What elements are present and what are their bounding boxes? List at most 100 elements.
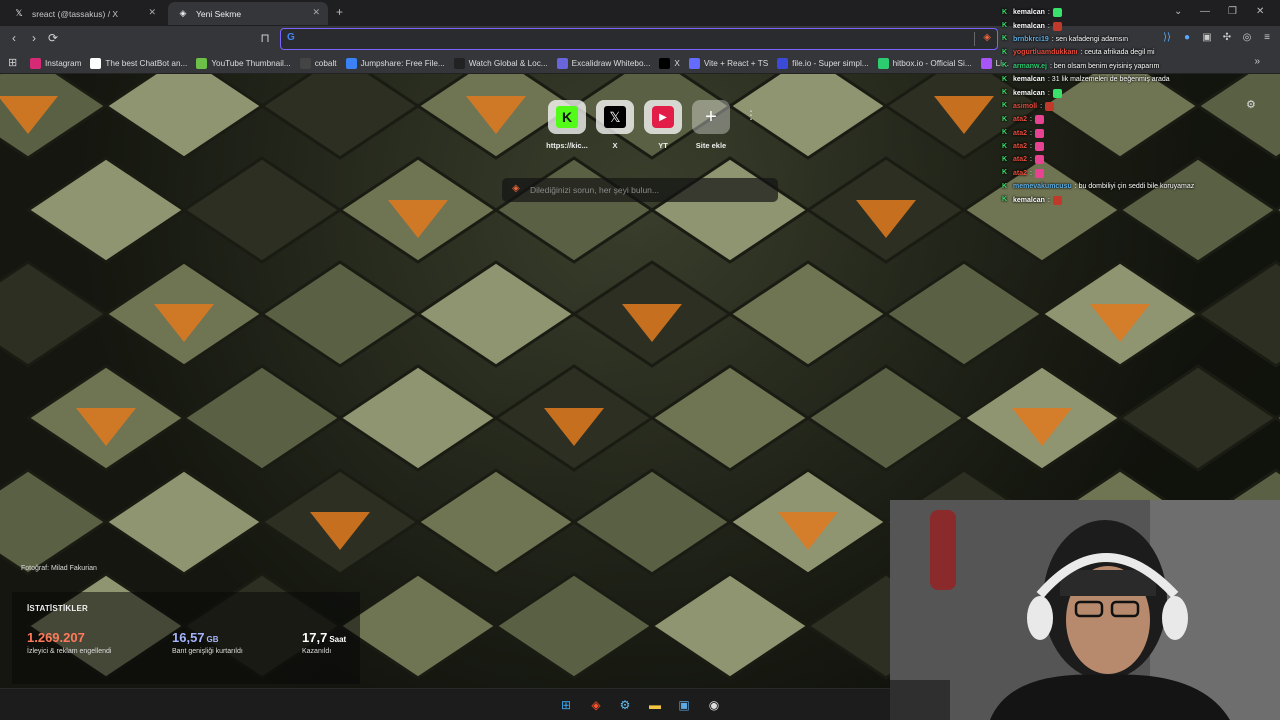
- menu-icon[interactable]: ≡: [1260, 32, 1274, 43]
- bookmark-favicon-icon: [877, 58, 889, 69]
- tab-x[interactable]: 𝕏 sreact (@tassakus) / X ✕: [4, 2, 164, 25]
- bookmark-item[interactable]: cobalt: [299, 58, 337, 69]
- bookmark-item[interactable]: Jumpshare: Free File...: [345, 58, 445, 69]
- stream-chat-overlay: Kkemalcan: Kkemalcan: Kbrnbkrci19: sen kaf…: [1002, 6, 1222, 207]
- apps-grid-icon[interactable]: ⊞: [8, 56, 17, 69]
- top-sites: K https://kic... 𝕏 X ▶ YT + Site ekle ⋮: [540, 100, 780, 160]
- bookmark-favicon-icon: [90, 58, 102, 69]
- address-bar[interactable]: G ◈: [280, 28, 998, 50]
- chat-text: :: [1030, 143, 1032, 151]
- bookmark-item[interactable]: X: [659, 58, 680, 69]
- file-explorer-icon[interactable]: ▬: [646, 696, 664, 714]
- reload-button[interactable]: ⟳: [45, 31, 61, 45]
- maximize-button[interactable]: ❐: [1228, 6, 1237, 17]
- back-button[interactable]: ‹: [6, 31, 22, 45]
- bookmark-item[interactable]: hitbox.io - Official Si...: [877, 58, 972, 69]
- new-tab-button[interactable]: +: [336, 5, 343, 19]
- kick-badge-icon: K: [1002, 62, 1008, 70]
- emote-icon: [1034, 128, 1044, 138]
- windows-start-icon[interactable]: ⊞: [557, 696, 575, 714]
- top-site-x[interactable]: 𝕏 X: [592, 100, 638, 150]
- close-window-button[interactable]: ✕: [1256, 6, 1264, 17]
- bookmark-label: X: [674, 59, 680, 68]
- chat-message: Kata2:: [1002, 127, 1222, 140]
- emote-icon: [1052, 8, 1062, 18]
- brave-shields-icon[interactable]: ◈: [983, 32, 991, 43]
- bookmark-item[interactable]: Instagram: [30, 58, 81, 69]
- close-icon[interactable]: ✕: [312, 7, 320, 18]
- webcam-overlay: [890, 500, 1280, 720]
- bookmark-favicon-icon: [688, 58, 700, 69]
- steam-icon[interactable]: ⚙: [616, 696, 634, 714]
- chat-username: ata2: [1013, 129, 1028, 137]
- kick-icon: K: [556, 106, 578, 128]
- stats-widget: İSTATİSTİKLER 1.269.207 İzleyici & rekla…: [12, 592, 360, 684]
- google-icon: G: [287, 32, 295, 43]
- bookmark-item[interactable]: The best ChatBot an...: [90, 58, 187, 69]
- forward-button[interactable]: ›: [26, 31, 42, 45]
- close-icon[interactable]: ✕: [148, 7, 156, 18]
- chat-username: asimoll: [1013, 102, 1038, 110]
- kick-badge-icon: K: [1002, 182, 1008, 190]
- stat-value: 17,7: [302, 630, 328, 645]
- chat-username: brnbkrci19: [1013, 35, 1049, 43]
- chat-message: Kata2:: [1002, 113, 1222, 126]
- more-options-icon[interactable]: ⋮: [745, 108, 757, 122]
- bookmark-label: The best ChatBot an...: [105, 59, 188, 68]
- puzzle-icon[interactable]: ✣: [1220, 32, 1234, 43]
- bookmark-favicon-icon: [299, 58, 311, 69]
- kick-badge-icon: K: [1002, 142, 1008, 150]
- bookmark-item[interactable]: Excalidraw Whitebo...: [556, 58, 650, 69]
- chat-text: : ceuta afrikada degil mi: [1080, 49, 1155, 57]
- stat-unit: GB: [206, 635, 219, 644]
- top-site-label: https://kic...: [546, 141, 588, 150]
- bookmark-icon[interactable]: ⊓: [257, 31, 273, 45]
- top-site-kick[interactable]: K https://kic...: [544, 100, 590, 150]
- chat-message: Kkemalcan: 31 lik malzemeleri de beğenmi…: [1002, 73, 1222, 86]
- address-input[interactable]: [303, 31, 963, 46]
- chat-message: Kyogurtluamdukkanı: ceuta afrikada degil…: [1002, 46, 1222, 59]
- chat-message: Kata2:: [1002, 140, 1222, 153]
- chat-message: Kata2:: [1002, 167, 1222, 180]
- chat-text: : ben olsam benim eyisiniş yaparım: [1049, 62, 1160, 70]
- bookmark-label: Vite + React + TS: [703, 59, 769, 68]
- top-site-yt[interactable]: ▶ YT: [640, 100, 686, 150]
- more-bookmarks-icon[interactable]: »: [1254, 56, 1260, 67]
- emote-icon: [1052, 21, 1062, 31]
- stat-value: 16,57: [172, 630, 205, 645]
- obs-icon[interactable]: ◉: [705, 696, 723, 714]
- chat-message: Kkemalcan:: [1002, 193, 1222, 206]
- gear-icon[interactable]: ⚙: [1246, 98, 1256, 111]
- add-site-button[interactable]: + Site ekle: [688, 100, 734, 150]
- kick-badge-icon: K: [1002, 35, 1008, 43]
- divider: [974, 32, 975, 46]
- ntp-search-input[interactable]: [530, 182, 770, 197]
- kick-badge-icon: K: [1002, 196, 1008, 204]
- chat-username: armanw.ej: [1013, 62, 1047, 70]
- tab-new-tab[interactable]: ◈ Yeni Sekme ✕: [168, 2, 328, 25]
- vpn-icon[interactable]: ◎: [1240, 32, 1254, 43]
- bookmark-item[interactable]: YouTube Thumbnail...: [196, 58, 291, 69]
- kick-badge-icon: K: [1002, 89, 1008, 97]
- emote-icon: [1034, 142, 1044, 152]
- bookmark-item[interactable]: Vite + React + TS: [688, 58, 769, 69]
- chat-text: :: [1030, 129, 1032, 137]
- plus-icon: +: [705, 105, 717, 128]
- kick-badge-icon: K: [1002, 129, 1008, 137]
- kick-badge-icon: K: [1002, 22, 1008, 30]
- chat-message: Kata2:: [1002, 153, 1222, 166]
- chat-message: Kasimoll:: [1002, 100, 1222, 113]
- emote-icon: [1045, 101, 1055, 111]
- bookmark-item[interactable]: Watch Global & Loc...: [453, 58, 548, 69]
- bookmark-label: Watch Global & Loc...: [468, 59, 548, 68]
- chat-username: kemalcan: [1013, 9, 1045, 17]
- bookmark-list: Instagram The best ChatBot an... YouTube T…: [30, 53, 1018, 74]
- ntp-search-box[interactable]: ◈: [502, 178, 778, 202]
- photos-icon[interactable]: ▣: [675, 696, 693, 714]
- brave-browser-icon[interactable]: ◈: [587, 696, 605, 714]
- bookmark-item[interactable]: file.io - Super simpl...: [777, 58, 869, 69]
- chat-text: :: [1030, 116, 1032, 124]
- photo-credit[interactable]: Fotoğraf: Milad Fakurian: [21, 565, 97, 572]
- stat-desc: İzleyici & reklam engellendi: [27, 648, 112, 655]
- chat-username: kemalcan: [1013, 76, 1045, 84]
